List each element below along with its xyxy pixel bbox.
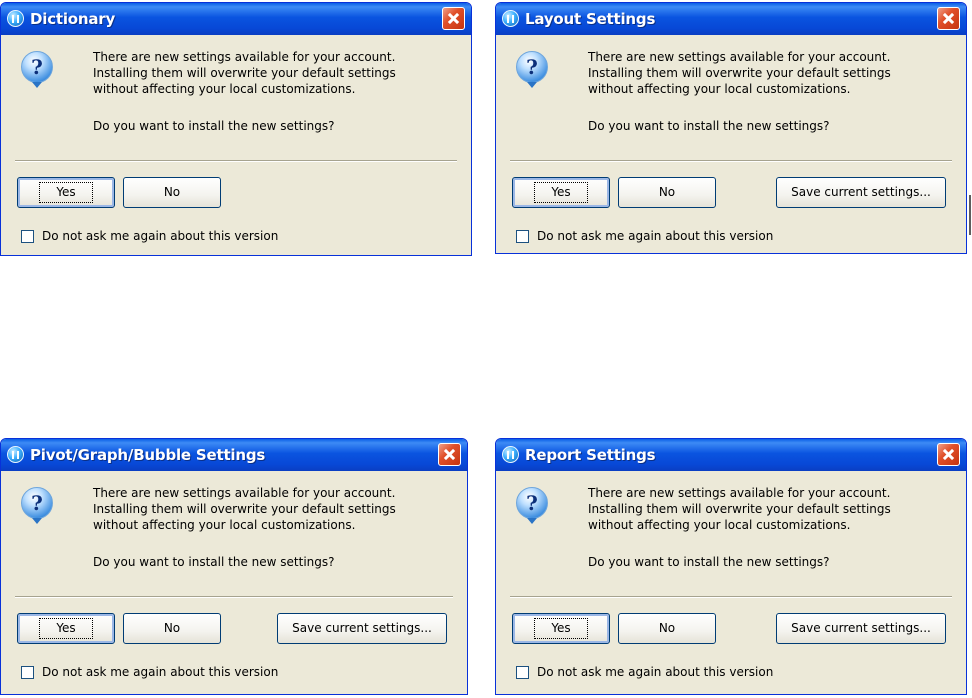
dont-ask-checkbox[interactable] (516, 230, 529, 243)
question-text: Do you want to install the new settings? (93, 555, 335, 569)
no-button[interactable]: No (123, 177, 221, 208)
dont-ask-checkbox[interactable] (21, 230, 34, 243)
no-button[interactable]: No (618, 613, 716, 644)
yes-button-label: Yes (39, 182, 93, 203)
question-text: Do you want to install the new settings? (93, 119, 335, 133)
title-bar[interactable]: Pivot/Graph/Bubble Settings (1, 439, 467, 471)
save-current-settings-button[interactable]: Save current settings... (776, 177, 946, 208)
dialog-title: Dictionary (30, 10, 116, 28)
message-line: There are new settings available for you… (93, 50, 396, 64)
layout-settings-dialog: Layout Settings ? There are new settings… (495, 2, 967, 254)
save-current-settings-button[interactable]: Save current settings... (277, 613, 447, 644)
separator (510, 596, 952, 598)
title-bar[interactable]: Layout Settings (496, 3, 966, 35)
yes-button[interactable]: Yes (512, 177, 610, 208)
dictionary-dialog: Dictionary ? There are new settings avai… (0, 2, 472, 256)
message-text: There are new settings available for you… (588, 485, 891, 533)
question-text: Do you want to install the new settings? (588, 119, 830, 133)
message-line: There are new settings available for you… (588, 50, 891, 64)
dialog-title: Pivot/Graph/Bubble Settings (30, 446, 266, 464)
app-icon (7, 10, 24, 27)
report-settings-dialog: Report Settings ? There are new settings… (495, 438, 967, 695)
title-bar[interactable]: Report Settings (496, 439, 966, 471)
close-button[interactable] (937, 443, 960, 466)
question-icon: ? (516, 51, 548, 88)
message-line: without affecting your local customizati… (93, 518, 356, 532)
dialog-title: Report Settings (525, 446, 656, 464)
yes-button-label: Yes (39, 618, 93, 639)
dont-ask-label[interactable]: Do not ask me again about this version (537, 665, 773, 679)
question-icon: ? (21, 51, 53, 88)
pivot-graph-bubble-settings-dialog: Pivot/Graph/Bubble Settings ? There are … (0, 438, 468, 695)
question-text: Do you want to install the new settings? (588, 555, 830, 569)
app-icon (7, 446, 24, 463)
dont-ask-checkbox[interactable] (21, 666, 34, 679)
title-bar[interactable]: Dictionary (1, 3, 471, 35)
close-button[interactable] (937, 7, 960, 30)
question-icon: ? (516, 487, 548, 524)
message-line: Installing them will overwrite your defa… (588, 66, 891, 80)
close-button[interactable] (442, 7, 465, 30)
app-icon (502, 446, 519, 463)
app-icon (502, 10, 519, 27)
no-button[interactable]: No (618, 177, 716, 208)
background-edge-line (969, 195, 971, 235)
message-line: Installing them will overwrite your defa… (93, 66, 396, 80)
question-icon: ? (21, 487, 53, 524)
dont-ask-label[interactable]: Do not ask me again about this version (42, 229, 278, 243)
message-line: There are new settings available for you… (93, 486, 396, 500)
yes-button[interactable]: Yes (512, 613, 610, 644)
separator (15, 596, 453, 598)
yes-button[interactable]: Yes (17, 177, 115, 208)
message-line: without affecting your local customizati… (588, 82, 851, 96)
dont-ask-label[interactable]: Do not ask me again about this version (42, 665, 278, 679)
no-button[interactable]: No (123, 613, 221, 644)
yes-button-label: Yes (534, 618, 588, 639)
message-line: Installing them will overwrite your defa… (93, 502, 396, 516)
message-line: without affecting your local customizati… (93, 82, 356, 96)
dont-ask-label[interactable]: Do not ask me again about this version (537, 229, 773, 243)
yes-button[interactable]: Yes (17, 613, 115, 644)
yes-button-label: Yes (534, 182, 588, 203)
dont-ask-checkbox[interactable] (516, 666, 529, 679)
close-button[interactable] (438, 443, 461, 466)
message-line: There are new settings available for you… (588, 486, 891, 500)
separator (510, 160, 952, 162)
message-line: without affecting your local customizati… (588, 518, 851, 532)
message-text: There are new settings available for you… (588, 49, 891, 97)
message-line: Installing them will overwrite your defa… (588, 502, 891, 516)
message-text: There are new settings available for you… (93, 49, 396, 97)
save-current-settings-button[interactable]: Save current settings... (776, 613, 946, 644)
message-text: There are new settings available for you… (93, 485, 396, 533)
separator (15, 160, 457, 162)
dialog-title: Layout Settings (525, 10, 656, 28)
